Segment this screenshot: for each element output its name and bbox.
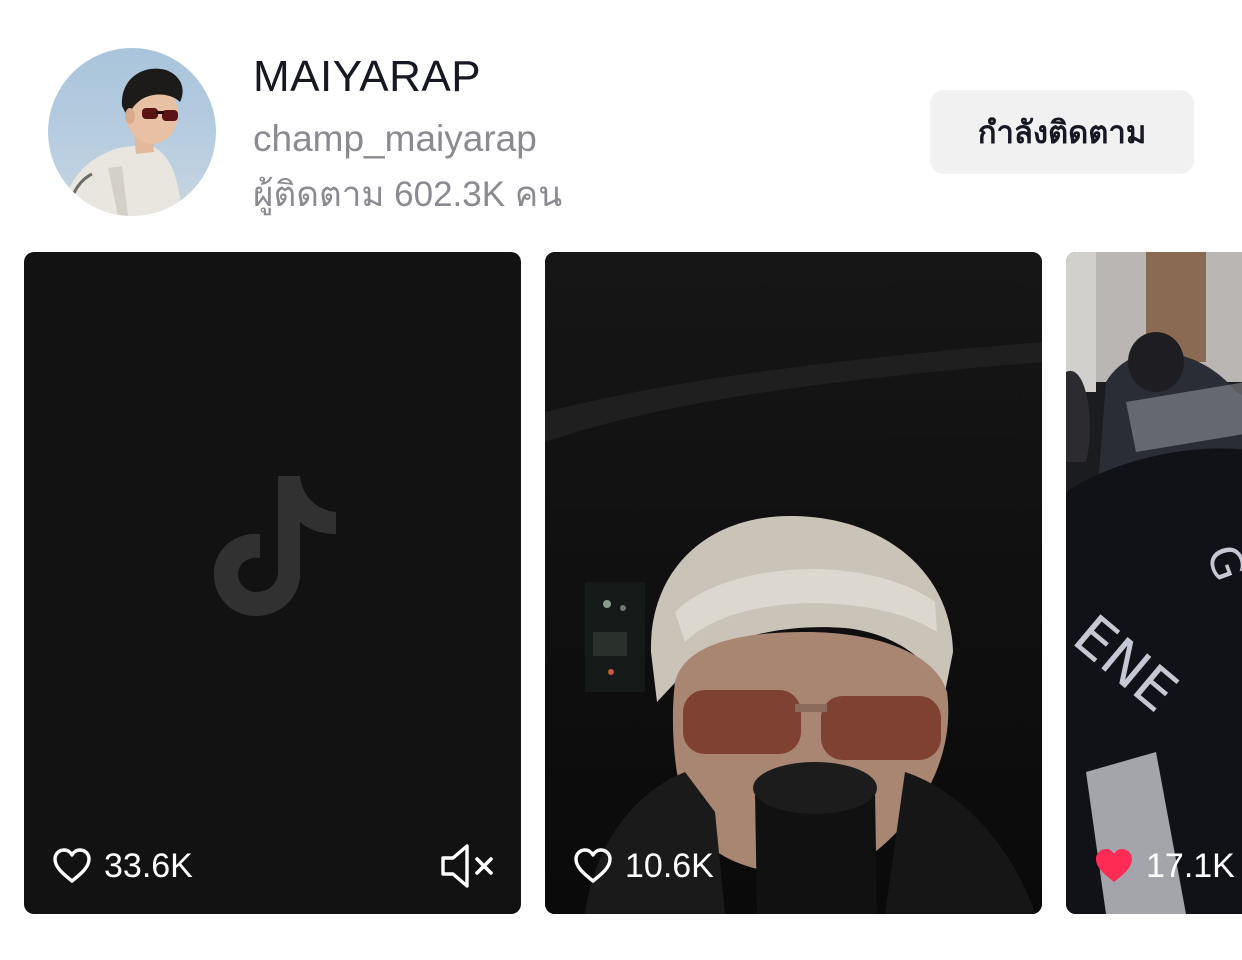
- video-thumbnail: [545, 252, 1042, 914]
- tiktok-logo-icon: [214, 476, 336, 616]
- video-like-count: 33.6K: [52, 846, 193, 886]
- speaker-muted-icon[interactable]: [439, 840, 499, 892]
- profile-display-name: MAIYARAP: [253, 52, 482, 101]
- following-button[interactable]: กำลังติดตาม: [930, 90, 1194, 174]
- video-like-count: 10.6K: [573, 846, 714, 886]
- like-count-text: 33.6K: [104, 847, 193, 885]
- heart-filled-icon: [1096, 849, 1132, 882]
- video-card[interactable]: 33.6K: [24, 252, 521, 914]
- heart-outline-icon: [53, 848, 91, 883]
- video-thumbnail: ENE G: [1066, 252, 1242, 914]
- video-card[interactable]: 10.6K: [545, 252, 1042, 914]
- heart-outline-icon: [574, 848, 612, 883]
- profile-page: MAIYARAP champ_maiyarap ผู้ติดตาม 602.3K…: [0, 0, 1242, 960]
- video-card[interactable]: ENE G 17.1K: [1066, 252, 1242, 914]
- video-like-count: 17.1K: [1094, 846, 1235, 886]
- profile-followers-count: ผู้ติดตาม 602.3K คน: [253, 175, 563, 214]
- profile-avatar[interactable]: [48, 48, 216, 216]
- profile-handle: champ_maiyarap: [253, 118, 537, 159]
- like-count-text: 10.6K: [625, 847, 714, 885]
- like-count-text: 17.1K: [1146, 847, 1235, 885]
